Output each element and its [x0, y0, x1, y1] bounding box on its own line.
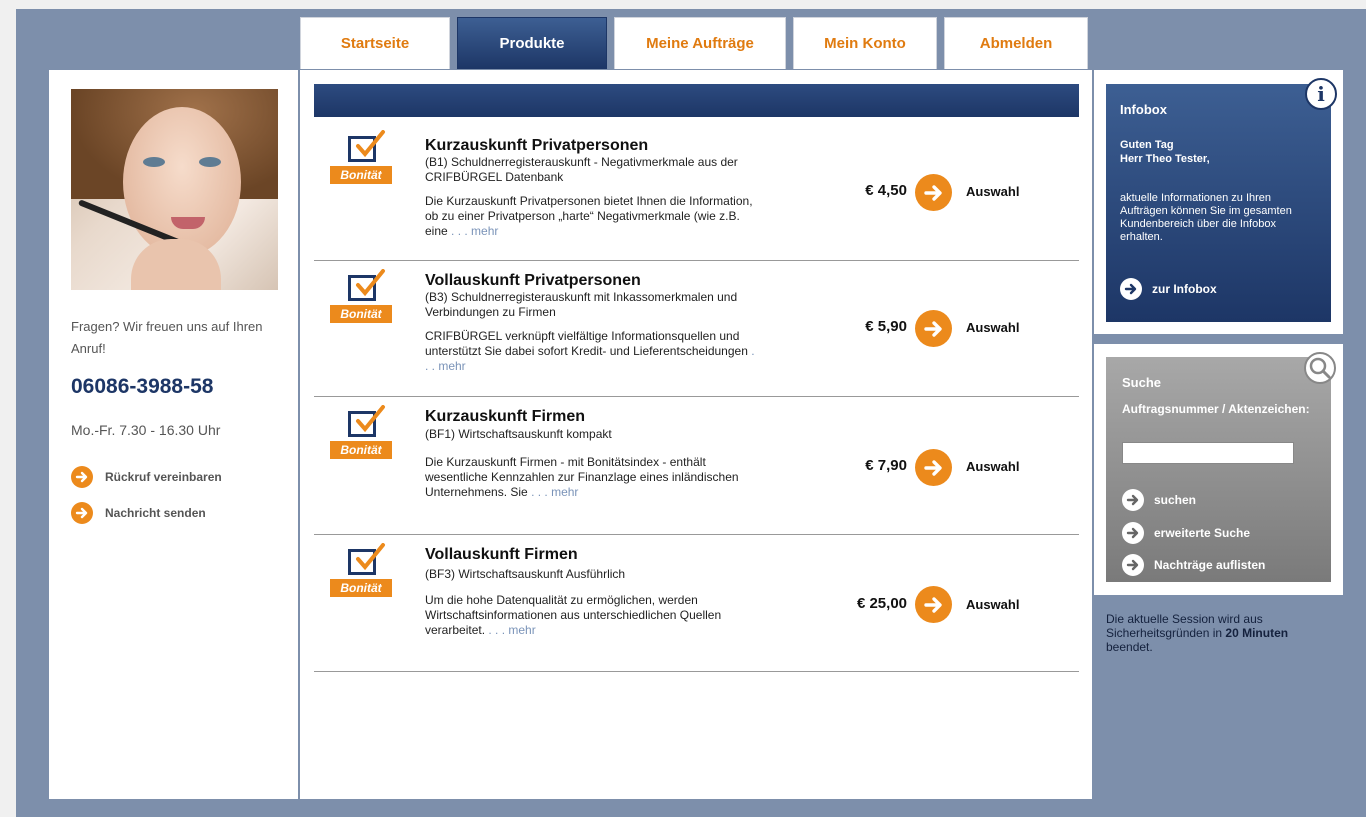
list-supplements-link[interactable]: Nachträge auflisten: [1122, 554, 1265, 576]
tab-abmelden[interactable]: Abmelden: [944, 17, 1088, 69]
support-agent-photo: [71, 89, 278, 290]
contact-phone: 06086-3988-58: [71, 375, 214, 398]
arrow-right-icon: [1122, 554, 1144, 576]
select-button[interactable]: Auswahl: [966, 320, 1019, 335]
bonitaet-badge-icon: Bonität: [330, 543, 396, 601]
select-arrow-icon[interactable]: [915, 586, 952, 623]
product-description: Die Kurzauskunft Privatpersonen bietet I…: [425, 194, 753, 238]
message-label: Nachricht senden: [105, 506, 206, 520]
search-heading: Suche: [1122, 375, 1162, 390]
search-box: Suche Auftragsnummer / Aktenzeichen: suc…: [1106, 357, 1331, 582]
infobox: Infobox Guten Tag Herr Theo Tester, aktue…: [1106, 84, 1331, 322]
search-button[interactable]: suchen: [1122, 489, 1196, 511]
product-price: € 25,00: [856, 595, 907, 612]
product-price: € 7,90: [865, 457, 907, 474]
contact-question: Fragen? Wir freuen uns auf Ihren Anruf!: [71, 319, 263, 356]
session-notice: Die aktuelle Session wird aus Sicherheit…: [1106, 612, 1289, 654]
product-price: € 4,50: [865, 182, 907, 199]
bonitaet-badge-icon: Bonität: [330, 269, 396, 327]
products-header-bar: [314, 84, 1079, 117]
arrow-right-icon: [71, 502, 93, 524]
select-arrow-icon[interactable]: [915, 310, 952, 347]
infobox-link[interactable]: zur Infobox: [1120, 278, 1217, 300]
product-price: € 5,90: [865, 318, 907, 335]
tab-produkte[interactable]: Produkte: [457, 17, 607, 69]
more-link[interactable]: . . . mehr: [451, 224, 498, 238]
select-arrow-icon[interactable]: [915, 174, 952, 211]
infobox-panel: Infobox Guten Tag Herr Theo Tester, aktue…: [1094, 70, 1343, 334]
arrow-right-icon: [1122, 489, 1144, 511]
tab-mein-konto[interactable]: Mein Konto: [793, 17, 937, 69]
select-button[interactable]: Auswahl: [966, 459, 1019, 474]
product-title: Vollauskunft Privatpersonen: [425, 272, 641, 289]
search-field-label: Auftragsnummer / Aktenzeichen:: [1122, 402, 1310, 416]
products-panel: Bonität Kurzauskunft Privatpersonen (B1)…: [300, 70, 1092, 799]
callback-link[interactable]: Rückruf vereinbaren: [71, 466, 222, 488]
advanced-search-link[interactable]: erweiterte Suche: [1122, 522, 1250, 544]
product-title: Kurzauskunft Privatpersonen: [425, 137, 649, 154]
info-icon[interactable]: i: [1305, 78, 1337, 110]
product-row: Bonität Vollauskunft Privatpersonen (B3)…: [314, 261, 1079, 397]
product-title: Kurzauskunft Firmen: [425, 408, 586, 425]
contact-hours: Mo.-Fr. 7.30 - 16.30 Uhr: [71, 422, 221, 438]
product-subtitle: (B3) Schuldnerregisterauskunft mit Inkas…: [425, 290, 738, 319]
bonitaet-badge-icon: Bonität: [330, 405, 396, 463]
bonitaet-badge-icon: Bonität: [330, 130, 396, 188]
select-button[interactable]: Auswahl: [966, 597, 1019, 612]
arrow-right-icon: [1120, 278, 1142, 300]
message-link[interactable]: Nachricht senden: [71, 502, 206, 524]
more-link[interactable]: . . . mehr: [531, 485, 578, 499]
product-title: Vollauskunft Firmen: [425, 546, 578, 563]
more-link[interactable]: . . . mehr: [488, 623, 535, 637]
main-nav: Startseite Produkte Meine Aufträge Mein …: [300, 17, 1088, 69]
tab-meine-auftraege[interactable]: Meine Aufträge: [614, 17, 786, 69]
callback-label: Rückruf vereinbaren: [105, 470, 222, 484]
product-row: Bonität Vollauskunft Firmen (BF3) Wirtsc…: [314, 535, 1079, 672]
infobox-text: aktuelle Informationen zu Ihren Aufträge…: [1120, 192, 1292, 243]
infobox-heading: Infobox: [1120, 102, 1167, 117]
select-button[interactable]: Auswahl: [966, 184, 1019, 199]
infobox-greeting: Guten Tag Herr Theo Tester,: [1120, 139, 1210, 165]
product-subtitle: (B1) Schuldnerregisterauskunft - Negativ…: [425, 155, 738, 184]
product-row: Bonität Kurzauskunft Firmen (BF1) Wirtsc…: [314, 397, 1079, 535]
tab-startseite[interactable]: Startseite: [300, 17, 450, 69]
product-subtitle: (BF3) Wirtschaftsauskunft Ausführlich: [425, 567, 626, 581]
product-description: CRIFBÜRGEL verknüpft vielfältige Informa…: [425, 329, 755, 373]
order-number-input[interactable]: [1122, 442, 1294, 464]
arrow-right-icon: [1122, 522, 1144, 544]
contact-panel: Fragen? Wir freuen uns auf Ihren Anruf! …: [49, 70, 298, 799]
product-row: Bonität Kurzauskunft Privatpersonen (B1)…: [314, 128, 1079, 261]
search-icon[interactable]: [1304, 352, 1336, 384]
product-description: Die Kurzauskunft Firmen - mit Bonitätsin…: [425, 455, 739, 499]
product-subtitle: (BF1) Wirtschaftsauskunft kompakt: [425, 427, 612, 441]
arrow-right-icon: [71, 466, 93, 488]
product-description: Um die hohe Datenqualität zu ermöglichen…: [425, 593, 722, 637]
select-arrow-icon[interactable]: [915, 449, 952, 486]
